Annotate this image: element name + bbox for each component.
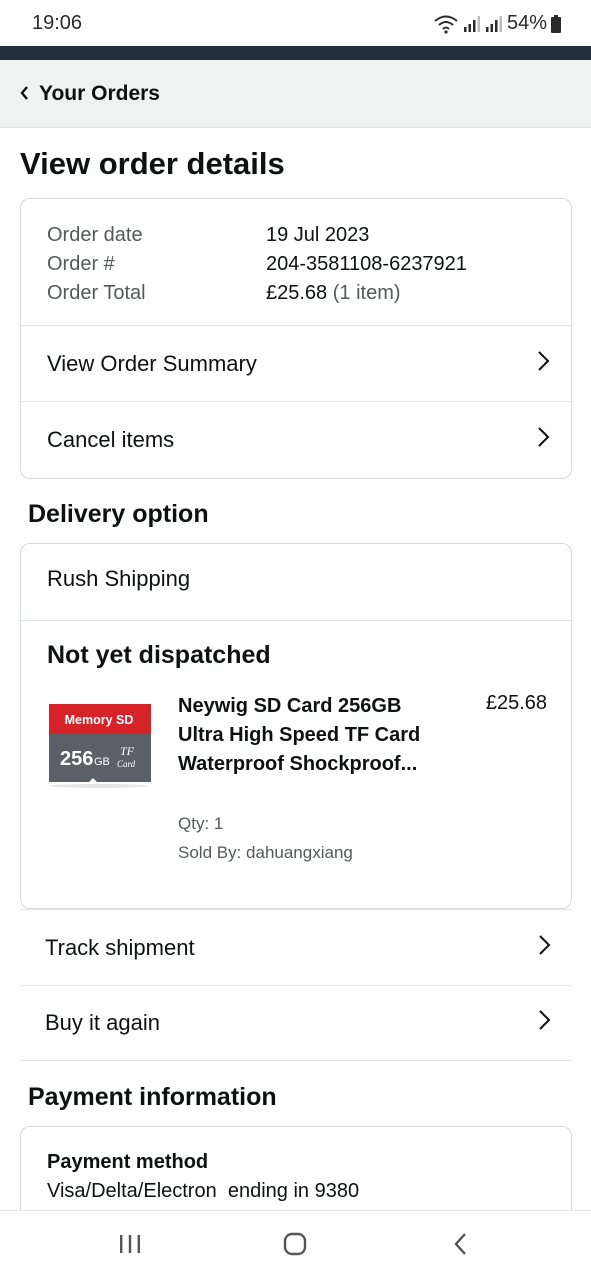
order-date-row: Order date 19 Jul 2023: [47, 221, 467, 250]
buy-it-again-link[interactable]: Buy it again: [20, 985, 572, 1061]
product-seller: Sold By: dahuangxiang: [178, 843, 353, 862]
battery-icon: [551, 14, 561, 33]
view-order-summary-link[interactable]: View Order Summary: [21, 325, 571, 401]
track-shipment-label: Track shipment: [45, 934, 195, 960]
product-image[interactable]: Memory SD 256 GB TF Card: [47, 702, 151, 788]
product-image-capacity: 256: [60, 748, 93, 770]
back-button[interactable]: [446, 1231, 476, 1261]
back-icon: [453, 1232, 469, 1261]
status-icons: 54%: [433, 12, 561, 35]
delivery-option: Rush Shipping: [47, 566, 191, 591]
breadcrumb-label: Your Orders: [39, 82, 160, 105]
signal-icon: [485, 15, 503, 33]
product-quantity: Qty: 1: [178, 814, 224, 833]
chevron-left-icon: [20, 82, 29, 106]
payment-method-value: Visa/Delta/Electron ending in 9380: [47, 1180, 360, 1202]
status-bar: 19:06 54%: [0, 0, 591, 46]
cancel-items-label: Cancel items: [47, 426, 175, 452]
product-image-tf: TF: [120, 744, 135, 758]
signal-icon: [463, 15, 481, 33]
back-to-orders-link[interactable]: Your Orders: [20, 82, 160, 106]
delivery-card: Rush Shipping Not yet dispatched Memory …: [20, 543, 572, 909]
view-order-summary-label: View Order Summary: [47, 350, 257, 376]
home-button[interactable]: [280, 1231, 310, 1261]
chevron-right-icon: [538, 1009, 552, 1037]
buy-it-again-label: Buy it again: [45, 1010, 160, 1035]
payment-method-label: Payment method: [47, 1151, 209, 1173]
status-time: 19:06: [32, 12, 83, 34]
order-info-grid: Order date 19 Jul 2023 Order # 204-35811…: [47, 221, 467, 308]
product-price: £25.68: [485, 692, 547, 714]
order-total-amount: £25.68: [266, 282, 328, 304]
chevron-right-icon: [538, 934, 552, 962]
recent-apps-icon: [118, 1233, 142, 1260]
battery-percentage: 54%: [506, 12, 547, 34]
delivery-section-title: Delivery option: [28, 500, 209, 528]
page-title: View order details: [20, 146, 285, 181]
order-number-label: Order #: [47, 253, 115, 275]
wifi-icon: [433, 14, 459, 34]
payment-section-title: Payment information: [28, 1083, 277, 1111]
order-date-value: 19 Jul 2023: [266, 224, 370, 246]
dispatch-status: Not yet dispatched: [47, 641, 271, 669]
order-number-value: 204-3581108-6237921: [266, 253, 467, 275]
cancel-items-link[interactable]: Cancel items: [21, 401, 571, 477]
product-image-label: Memory SD: [65, 713, 134, 727]
order-total-label: Order Total: [47, 282, 146, 304]
order-total-value: £25.68 (1 item): [266, 279, 401, 308]
order-item-count: (1 item): [332, 282, 401, 304]
header-strip: [0, 46, 591, 60]
product-title-link[interactable]: Neywig SD Card 256GB Ultra High Speed TF…: [178, 692, 438, 779]
product-image-card: Card: [117, 759, 136, 769]
recent-apps-button[interactable]: [115, 1231, 145, 1261]
product-image-unit: GB: [94, 756, 110, 768]
chevron-right-icon: [537, 426, 551, 454]
order-date-label: Order date: [47, 224, 143, 246]
chevron-right-icon: [537, 350, 551, 378]
track-shipment-link[interactable]: Track shipment: [20, 909, 572, 985]
system-nav-bar: [0, 1210, 591, 1280]
order-number-row: Order # 204-3581108-6237921: [47, 250, 467, 279]
breadcrumb-bar: Your Orders: [0, 60, 591, 128]
order-total-row: Order Total £25.68 (1 item): [47, 279, 467, 308]
divider: [21, 620, 571, 621]
order-info-card: Order date 19 Jul 2023 Order # 204-35811…: [20, 198, 572, 479]
home-icon: [282, 1231, 308, 1262]
